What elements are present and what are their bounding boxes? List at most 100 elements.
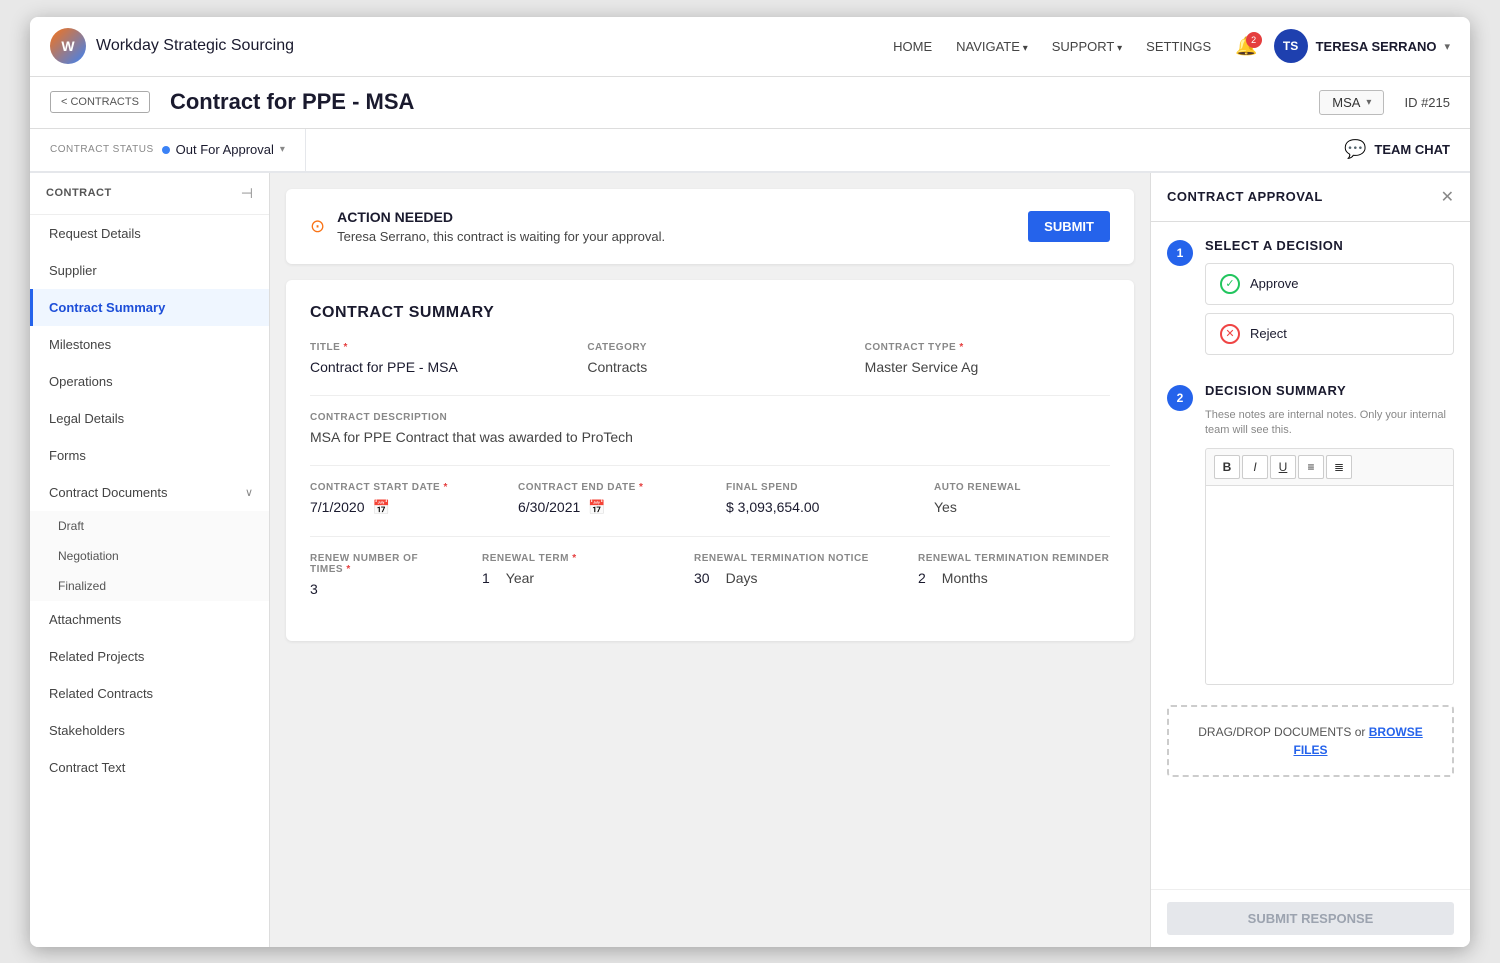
step-2: 2 DECISION SUMMARY These notes are inter… [1167, 383, 1454, 686]
category-label: CATEGORY [587, 342, 832, 353]
step-1-number: 1 [1167, 240, 1193, 266]
nav-home[interactable]: HOME [893, 39, 932, 54]
renewal-term-unit: Year [506, 570, 534, 586]
renewal-termination-reminder-unit: Months [942, 570, 988, 586]
start-date-value: 7/1/2020 [310, 499, 365, 515]
sidebar-subitem-negotiation[interactable]: Negotiation [30, 541, 269, 571]
sidebar-item-legal-details[interactable]: Legal Details [30, 400, 269, 437]
sidebar-subitem-draft[interactable]: Draft [30, 511, 269, 541]
sidebar-item-operations[interactable]: Operations [30, 363, 269, 400]
step-2-title: DECISION SUMMARY [1205, 383, 1454, 398]
panel-close-button[interactable]: ✕ [1441, 187, 1454, 207]
renewal-termination-reminder-value: 2 [918, 570, 926, 586]
renewal-termination-unit: Days [726, 570, 758, 586]
approve-label: Approve [1250, 276, 1298, 291]
nav-links: HOME NAVIGATE SUPPORT SETTINGS [893, 39, 1211, 54]
team-chat-icon: 💬 [1344, 139, 1366, 160]
end-date-label: CONTRACT END DATE * [518, 482, 694, 493]
panel-title: CONTRACT APPROVAL [1167, 189, 1323, 204]
description-value: MSA for PPE Contract that was awarded to… [310, 429, 1110, 445]
contract-status-label: CONTRACT STATUS [50, 144, 154, 155]
auto-renewal-field: AUTO RENEWAL Yes [934, 482, 1110, 516]
contract-summary-section-title: CONTRACT SUMMARY [310, 304, 1110, 322]
sidebar-item-related-contracts[interactable]: Related Contracts [30, 675, 269, 712]
nav-support[interactable]: SUPPORT [1052, 39, 1122, 54]
nav-settings[interactable]: SETTINGS [1146, 39, 1211, 54]
action-banner: ⊙ ACTION NEEDED Teresa Serrano, this con… [286, 189, 1134, 264]
category-field: CATEGORY Contracts [587, 342, 832, 375]
contract-type-field: CONTRACT TYPE * Master Service Ag [865, 342, 1110, 375]
title-field: TITLE * Contract for PPE - MSA [310, 342, 555, 375]
text-editor-toolbar: B I U ≡ ≣ [1205, 448, 1454, 485]
auto-renewal-label: AUTO RENEWAL [934, 482, 1110, 493]
sidebar-item-related-projects[interactable]: Related Projects [30, 638, 269, 675]
contract-type-badge[interactable]: MSA ▾ [1319, 90, 1384, 115]
renewal-termination-reminder-field: RENEWAL TERMINATION REMINDER 2 Months [918, 553, 1110, 586]
step-1: 1 SELECT A DECISION ✓ Approve ✕ Reject [1167, 238, 1454, 363]
nav-navigate[interactable]: NAVIGATE [956, 39, 1028, 54]
workday-logo-icon: W [50, 28, 86, 64]
contract-id: ID #215 [1404, 95, 1450, 110]
title-label: TITLE * [310, 342, 555, 353]
renewal-termination-value: 30 [694, 570, 710, 586]
renewal-termination-field: RENEWAL TERMINATION NOTICE 30 Days [694, 553, 886, 586]
start-date-label: CONTRACT START DATE * [310, 482, 486, 493]
renew-number-field: RENEW NUMBER OF TIMES * 3 [310, 553, 450, 597]
team-chat-button[interactable]: 💬 TEAM CHAT [1324, 129, 1470, 171]
approve-check-icon: ✓ [1220, 274, 1240, 294]
auto-renewal-value: Yes [934, 499, 1110, 515]
notification-badge: 2 [1246, 32, 1262, 48]
drop-zone-text: DRAG/DROP DOCUMENTS or BROWSE FILES [1198, 725, 1422, 757]
contract-docs-arrow-icon: ∨ [245, 486, 253, 499]
sidebar-item-forms[interactable]: Forms [30, 437, 269, 474]
right-panel: CONTRACT APPROVAL ✕ 1 SELECT A DECISION … [1150, 173, 1470, 947]
ordered-list-button[interactable]: ≣ [1326, 455, 1352, 479]
end-date-value: 6/30/2021 [518, 499, 580, 515]
sidebar-item-milestones[interactable]: Milestones [30, 326, 269, 363]
back-to-contracts-button[interactable]: < CONTRACTS [50, 91, 150, 113]
step-2-number: 2 [1167, 385, 1193, 411]
renewal-termination-reminder-label: RENEWAL TERMINATION REMINDER [918, 553, 1110, 564]
user-menu[interactable]: TS TERESA SERRANO ▾ [1274, 29, 1450, 63]
italic-button[interactable]: I [1242, 455, 1268, 479]
sidebar-item-stakeholders[interactable]: Stakeholders [30, 712, 269, 749]
end-date-field: CONTRACT END DATE * 6/30/2021 📅 [518, 482, 694, 516]
end-date-calendar-icon[interactable]: 📅 [588, 499, 605, 516]
status-indicator-dot [162, 146, 170, 154]
reject-x-icon: ✕ [1220, 324, 1240, 344]
sidebar-toggle-button[interactable]: ⊣ [241, 185, 253, 202]
decision-text-editor[interactable] [1205, 485, 1454, 685]
description-field: CONTRACT DESCRIPTION MSA for PPE Contrac… [310, 412, 1110, 445]
approve-option[interactable]: ✓ Approve [1205, 263, 1454, 305]
renewal-term-field: RENEWAL TERM * 1 Year [482, 553, 662, 586]
status-dropdown-arrow-icon[interactable]: ▾ [280, 144, 285, 155]
underline-button[interactable]: U [1270, 455, 1296, 479]
reject-label: Reject [1250, 326, 1287, 341]
action-submit-button[interactable]: SUBMIT [1028, 211, 1110, 242]
sidebar-item-attachments[interactable]: Attachments [30, 601, 269, 638]
contract-type-value: Master Service Ag [865, 359, 1110, 375]
avatar: TS [1274, 29, 1308, 63]
sidebar-item-supplier[interactable]: Supplier [30, 252, 269, 289]
renewal-term-label: RENEWAL TERM * [482, 553, 662, 564]
sidebar-item-contract-documents[interactable]: Contract Documents ∨ [30, 474, 269, 511]
sidebar-item-contract-text[interactable]: Contract Text [30, 749, 269, 786]
file-drop-zone[interactable]: DRAG/DROP DOCUMENTS or BROWSE FILES [1167, 705, 1454, 777]
sidebar: CONTRACT ⊣ Request Details Supplier Cont… [30, 173, 270, 947]
start-date-calendar-icon[interactable]: 📅 [373, 499, 390, 516]
brand-name: Workday Strategic Sourcing [96, 37, 294, 55]
renew-number-value: 3 [310, 581, 450, 597]
sidebar-item-contract-summary[interactable]: Contract Summary [30, 289, 269, 326]
final-spend-value: $ 3,093,654.00 [726, 499, 902, 515]
step-2-subtitle: These notes are internal notes. Only you… [1205, 408, 1454, 439]
action-needed-title: ACTION NEEDED [337, 209, 665, 225]
content-area: ⊙ ACTION NEEDED Teresa Serrano, this con… [270, 173, 1150, 947]
notification-bell[interactable]: 🔔 2 [1235, 36, 1257, 57]
start-date-field: CONTRACT START DATE * 7/1/2020 📅 [310, 482, 486, 516]
bold-button[interactable]: B [1214, 455, 1240, 479]
unordered-list-button[interactable]: ≡ [1298, 455, 1324, 479]
sidebar-item-request-details[interactable]: Request Details [30, 215, 269, 252]
team-chat-label: TEAM CHAT [1374, 142, 1450, 157]
sidebar-subitem-finalized[interactable]: Finalized [30, 571, 269, 601]
reject-option[interactable]: ✕ Reject [1205, 313, 1454, 355]
